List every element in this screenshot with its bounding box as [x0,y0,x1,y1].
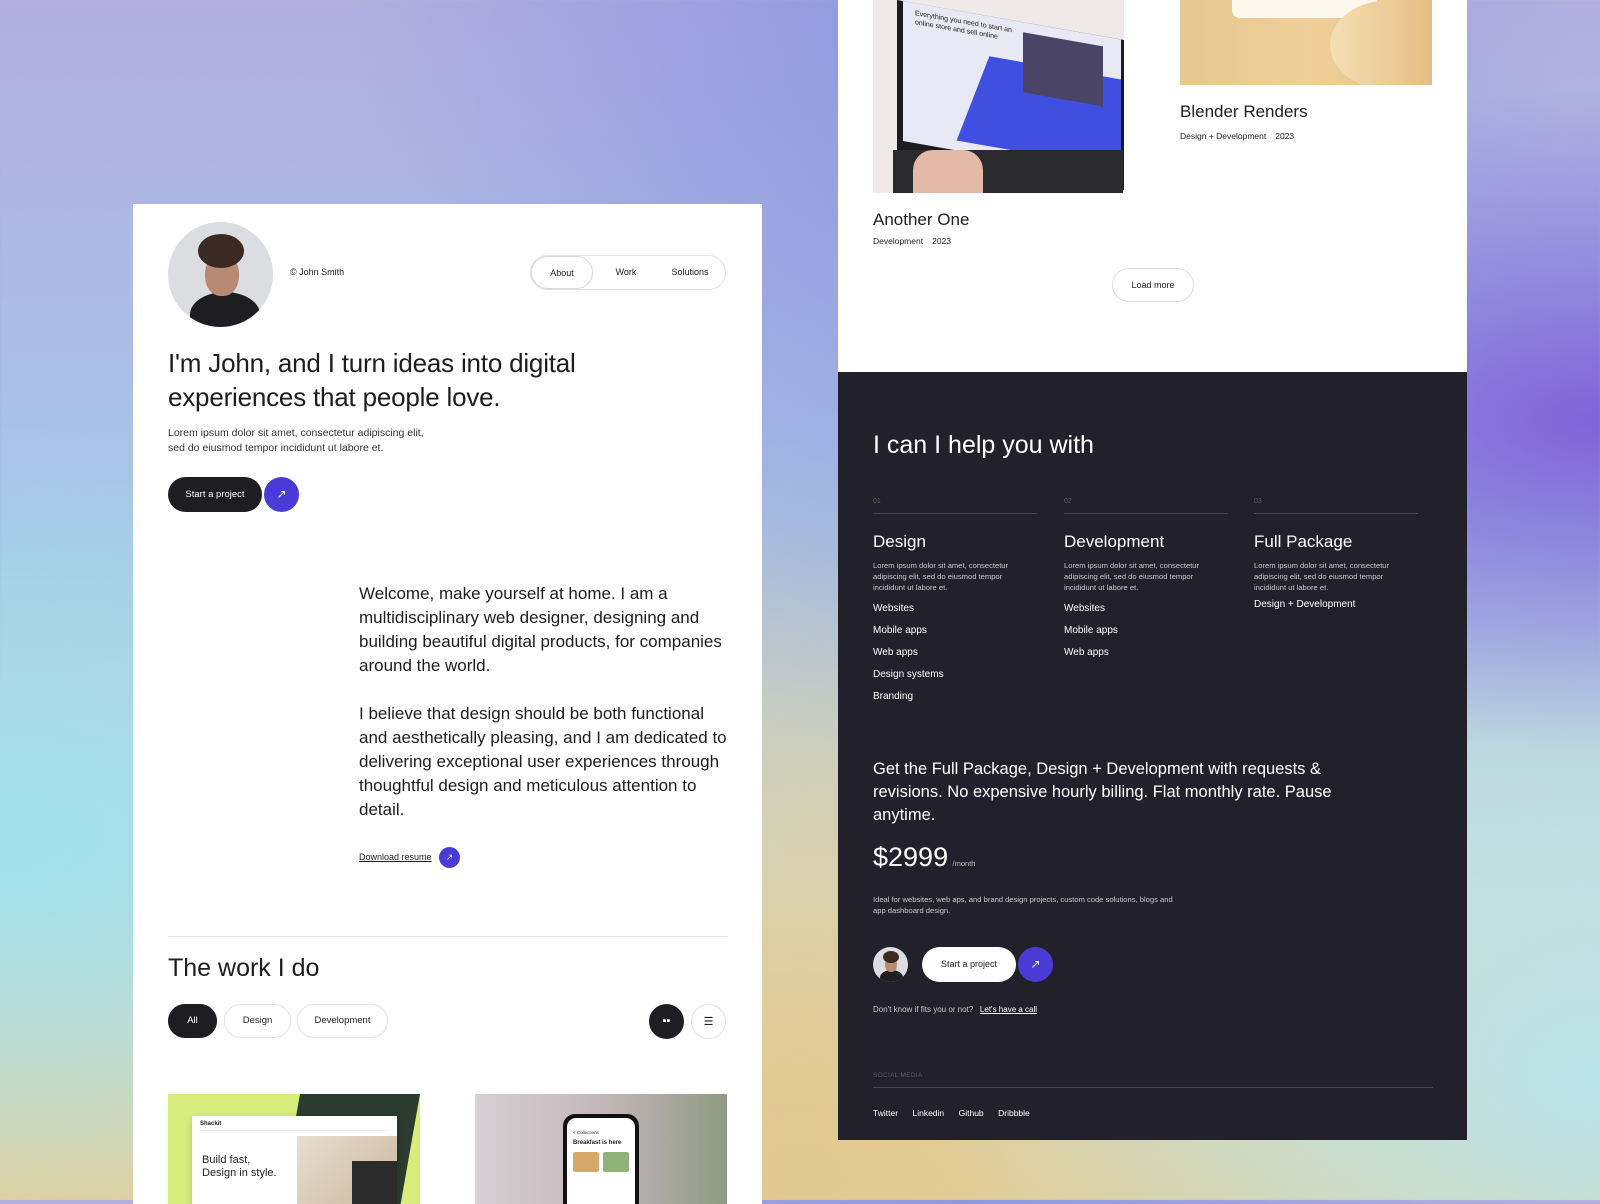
service-description: Lorem ipsum dolor sit amet, consectetur … [1254,561,1390,592]
project-thumbnail[interactable] [1180,0,1432,85]
nav-solutions[interactable]: Solutions [657,256,723,289]
project-thumbnail[interactable]: < Collections Breakfast is here [475,1094,727,1204]
top-nav: About Work Solutions [530,255,726,290]
service-description: Lorem ipsum dolor sit amet, consectetur … [873,561,1009,592]
service-rule [1064,513,1228,514]
nav-about[interactable]: About [531,256,593,289]
hero-subtitle: Lorem ipsum dolor sit amet, consectetur … [168,427,424,454]
nav-work[interactable]: Work [597,256,655,289]
project-meta: Design + Development 2023 [1180,131,1295,141]
project-thumbnail[interactable]: Shackit Build fast, Design in style. [168,1094,420,1204]
service-list: Websites Mobile apps Web apps Design sys… [873,598,944,708]
social-link-twitter[interactable]: Twitter [873,1108,898,1118]
hero-title: I'm John, and I turn ideas into digital … [168,348,576,412]
service-title: Full Package [1254,532,1353,551]
avatar [168,222,273,327]
social-link-dribbble[interactable]: Dribbble [998,1108,1030,1118]
service-rule [1254,513,1418,514]
thumb-app-header: < Collections [573,1130,599,1135]
list-item: Websites [873,603,914,614]
work-section-title: The work I do [168,954,320,982]
call-note: Don't know if fits you or not? Let's hav… [873,1005,1038,1014]
social-link-github[interactable]: Github [959,1108,984,1118]
filter-design[interactable]: Design [224,1004,291,1038]
service-number: 03 [1254,498,1262,505]
laptop-screen-text: Everything you need to start an online s… [915,10,1012,41]
service-rule [873,513,1037,514]
arrow-up-right-icon[interactable]: ↗ [264,477,299,512]
service-list: Websites Mobile apps Web apps [1064,598,1118,664]
list-icon[interactable]: ☰ [691,1004,726,1039]
thumb-app-title: Breakfast is here [573,1140,622,1146]
divider [873,1087,1433,1088]
list-item: Web apps [1064,647,1109,658]
service-number: 01 [873,498,881,505]
list-item: Design systems [873,669,944,680]
start-project-button[interactable]: Start a project [168,477,262,512]
download-resume-link[interactable]: Download resume [359,852,432,862]
social-media-label: SOCIAL MEDIA [873,1072,923,1079]
about-paragraph-2: I believe that design should be both fun… [359,704,727,819]
list-item: Websites [1064,603,1105,614]
avatar [873,947,908,982]
service-number: 02 [1064,498,1072,505]
pricing-pitch: Get the Full Package, Design + Developme… [873,760,1332,824]
price: $2999 [873,842,949,872]
load-more-button[interactable]: Load more [1112,268,1194,302]
project-thumbnail[interactable]: Everything you need to start an online s… [873,0,1124,193]
service-description: Lorem ipsum dolor sit amet, consectetur … [1064,561,1200,592]
lets-have-a-call-link[interactable]: Let's have a call [980,1005,1037,1014]
about-paragraph-1: Welcome, make yourself at home. I am a m… [359,584,722,675]
arrow-up-right-icon[interactable]: ↗ [439,847,460,868]
thumb-headline: Build fast, Design in style. [202,1154,277,1179]
services-panel: I can I help you with 01 Design Lorem ip… [838,372,1467,1140]
filter-all[interactable]: All [168,1004,217,1038]
price-block: $2999 /month [873,842,975,873]
thumb-brand: Shackit [200,1121,222,1127]
list-item: Mobile apps [1064,625,1118,636]
project-meta: Development 2023 [873,236,952,246]
social-link-linkedin[interactable]: Linkedin [912,1108,944,1118]
service-list: Design + Development [1254,594,1355,616]
start-project-button[interactable]: Start a project [922,947,1016,982]
services-title: I can I help you with [873,431,1094,459]
list-item: Branding [873,691,914,702]
price-period: /month [952,859,976,868]
social-links: Twitter Linkedin Github Dribbble [873,1103,1040,1121]
project-title[interactable]: Blender Renders [1180,102,1308,122]
service-title: Design [873,532,926,551]
service-title: Development [1064,532,1165,551]
list-item: Web apps [873,647,918,658]
filter-development[interactable]: Development [297,1004,388,1038]
list-item: Design + Development [1254,599,1356,610]
divider [168,936,728,937]
pricing-description: Ideal for websites, web aps, and brand d… [873,895,1173,915]
work-grid-panel: Everything you need to start an online s… [838,0,1467,372]
grid-icon[interactable]: ▪▪ [649,1004,684,1039]
copyright-text: © John Smith [290,267,345,277]
list-item: Mobile apps [873,625,927,636]
arrow-up-right-icon[interactable]: ↗ [1018,947,1053,982]
portfolio-home-panel: © John Smith About Work Solutions I'm Jo… [133,204,762,1204]
project-title[interactable]: Another One [873,210,969,230]
